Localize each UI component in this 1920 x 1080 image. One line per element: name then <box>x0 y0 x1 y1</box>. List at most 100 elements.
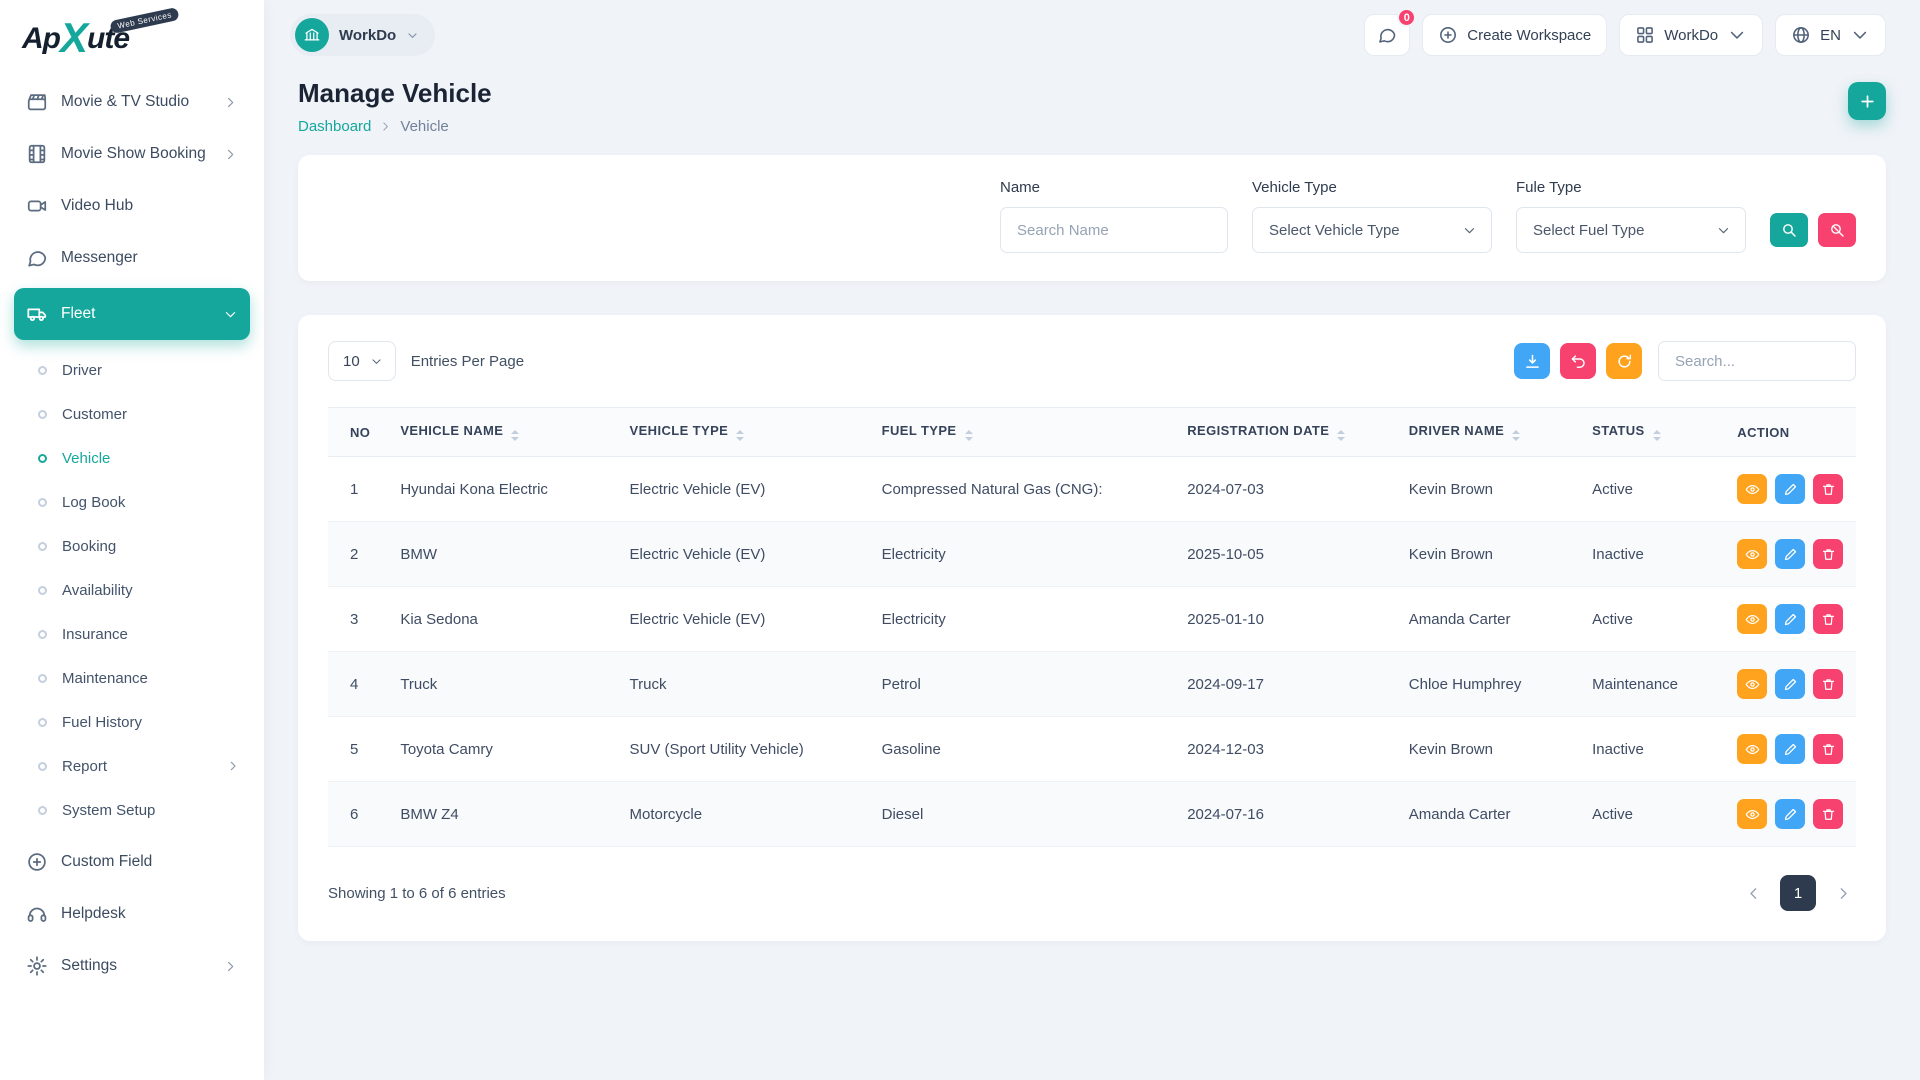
filter-fuel-type-label: Fule Type <box>1516 179 1746 196</box>
cell-driver-name: Amanda Carter <box>1397 782 1580 847</box>
sidebar-item-movie-show-booking[interactable]: Movie Show Booking <box>14 128 250 180</box>
sidebar-subitem-fuel-history[interactable]: Fuel History <box>28 700 250 744</box>
cell-vehicle-name: Hyundai Kona Electric <box>388 457 617 522</box>
sidebar-subitem-vehicle[interactable]: Vehicle <box>28 436 250 480</box>
sort-icon <box>1337 430 1345 441</box>
delete-button[interactable] <box>1813 474 1843 504</box>
breadcrumb-dashboard-link[interactable]: Dashboard <box>298 118 371 135</box>
create-workspace-label: Create Workspace <box>1467 27 1591 44</box>
refresh-button[interactable] <box>1606 343 1642 379</box>
eye-icon <box>1745 742 1760 757</box>
sidebar-item-helpdesk[interactable]: Helpdesk <box>14 888 250 940</box>
plus-circle-icon <box>1438 25 1458 45</box>
sort-icon <box>511 430 519 441</box>
bullet-icon <box>38 366 47 375</box>
trash-icon <box>1821 547 1836 562</box>
table-row: 1Hyundai Kona ElectricElectric Vehicle (… <box>328 457 1856 522</box>
sidebar-item-settings[interactable]: Settings <box>14 940 250 992</box>
refresh-icon <box>1616 353 1633 370</box>
pencil-icon <box>1783 547 1798 562</box>
pencil-icon <box>1783 742 1798 757</box>
cell-action <box>1725 717 1856 782</box>
cell-status: Inactive <box>1580 717 1725 782</box>
sidebar-item-label: Movie Show Booking <box>61 145 210 163</box>
sidebar-item-messenger[interactable]: Messenger <box>14 232 250 284</box>
sidebar-subitem-log-book[interactable]: Log Book <box>28 480 250 524</box>
filter-name-input[interactable] <box>1000 207 1228 253</box>
cell-action <box>1725 587 1856 652</box>
messages-button[interactable]: 0 <box>1364 14 1410 56</box>
sidebar-subitem-driver[interactable]: Driver <box>28 348 250 392</box>
column-header-driver-name[interactable]: DRIVER NAME <box>1397 408 1580 457</box>
page-1-button[interactable]: 1 <box>1780 875 1816 911</box>
view-button[interactable] <box>1737 734 1767 764</box>
column-header-registration-date[interactable]: REGISTRATION DATE <box>1175 408 1397 457</box>
column-header-status[interactable]: STATUS <box>1580 408 1725 457</box>
sidebar-subitem-customer[interactable]: Customer <box>28 392 250 436</box>
app-switcher-button[interactable]: WorkDo <box>1619 14 1763 56</box>
delete-button[interactable] <box>1813 734 1843 764</box>
edit-button[interactable] <box>1775 474 1805 504</box>
trash-icon <box>1821 482 1836 497</box>
bullet-icon <box>38 806 47 815</box>
trash-icon <box>1821 612 1836 627</box>
edit-button[interactable] <box>1775 604 1805 634</box>
sidebar-item-movie-tv-studio[interactable]: Movie & TV Studio <box>14 76 250 128</box>
cell-fuel-type: Electricity <box>870 522 1176 587</box>
view-button[interactable] <box>1737 539 1767 569</box>
bullet-icon <box>38 586 47 595</box>
export-button[interactable] <box>1514 343 1550 379</box>
sidebar-subitem-maintenance[interactable]: Maintenance <box>28 656 250 700</box>
view-button[interactable] <box>1737 604 1767 634</box>
pagination: 1 <box>1740 875 1856 911</box>
edit-button[interactable] <box>1775 799 1805 829</box>
next-page-button[interactable] <box>1830 880 1856 906</box>
reset-filter-button[interactable] <box>1818 213 1856 247</box>
table-search-input[interactable] <box>1658 341 1856 381</box>
breadcrumb: Dashboard Vehicle <box>298 118 492 135</box>
language-selector[interactable]: EN <box>1775 14 1886 56</box>
add-vehicle-button[interactable] <box>1848 82 1886 120</box>
cell-registration-date: 2025-10-05 <box>1175 522 1397 587</box>
sidebar-item-label: Fleet <box>61 305 210 323</box>
sidebar-item-fleet[interactable]: Fleet <box>14 288 250 340</box>
create-workspace-button[interactable]: Create Workspace <box>1422 14 1607 56</box>
sidebar-subitem-insurance[interactable]: Insurance <box>28 612 250 656</box>
vehicle-type-select[interactable]: Select Vehicle Type <box>1252 207 1492 253</box>
fuel-type-select[interactable]: Select Fuel Type <box>1516 207 1746 253</box>
cell-action <box>1725 457 1856 522</box>
trash-icon <box>1821 807 1836 822</box>
chevron-right-icon <box>223 147 238 162</box>
edit-button[interactable] <box>1775 734 1805 764</box>
entries-per-page-select[interactable]: 10 <box>328 341 396 381</box>
column-header-fuel-type[interactable]: FUEL TYPE <box>870 408 1176 457</box>
column-header-vehicle-name[interactable]: VEHICLE NAME <box>388 408 617 457</box>
cell-fuel-type: Electricity <box>870 587 1176 652</box>
edit-button[interactable] <box>1775 669 1805 699</box>
vehicle-table-card: 10 Entries Per Page <box>298 315 1886 941</box>
eye-icon <box>1745 547 1760 562</box>
view-button[interactable] <box>1737 474 1767 504</box>
sidebar-subitem-availability[interactable]: Availability <box>28 568 250 612</box>
chevron-down-icon <box>370 355 383 368</box>
edit-button[interactable] <box>1775 539 1805 569</box>
workspace-selector[interactable]: WorkDo <box>290 14 435 56</box>
undo-button[interactable] <box>1560 343 1596 379</box>
eye-icon <box>1745 807 1760 822</box>
delete-button[interactable] <box>1813 539 1843 569</box>
sidebar-subitem-system-setup[interactable]: System Setup <box>28 788 250 832</box>
view-button[interactable] <box>1737 799 1767 829</box>
delete-button[interactable] <box>1813 799 1843 829</box>
sidebar-subitem-report[interactable]: Report <box>28 744 250 788</box>
column-header-vehicle-type[interactable]: VEHICLE TYPE <box>618 408 870 457</box>
sidebar-item-custom-field[interactable]: Custom Field <box>14 836 250 888</box>
bullet-icon <box>38 410 47 419</box>
apply-filter-button[interactable] <box>1770 213 1808 247</box>
view-button[interactable] <box>1737 669 1767 699</box>
delete-button[interactable] <box>1813 669 1843 699</box>
sidebar-subitem-booking[interactable]: Booking <box>28 524 250 568</box>
filter-vehicle-type-label: Vehicle Type <box>1252 179 1492 196</box>
sidebar-item-video-hub[interactable]: Video Hub <box>14 180 250 232</box>
delete-button[interactable] <box>1813 604 1843 634</box>
prev-page-button[interactable] <box>1740 880 1766 906</box>
